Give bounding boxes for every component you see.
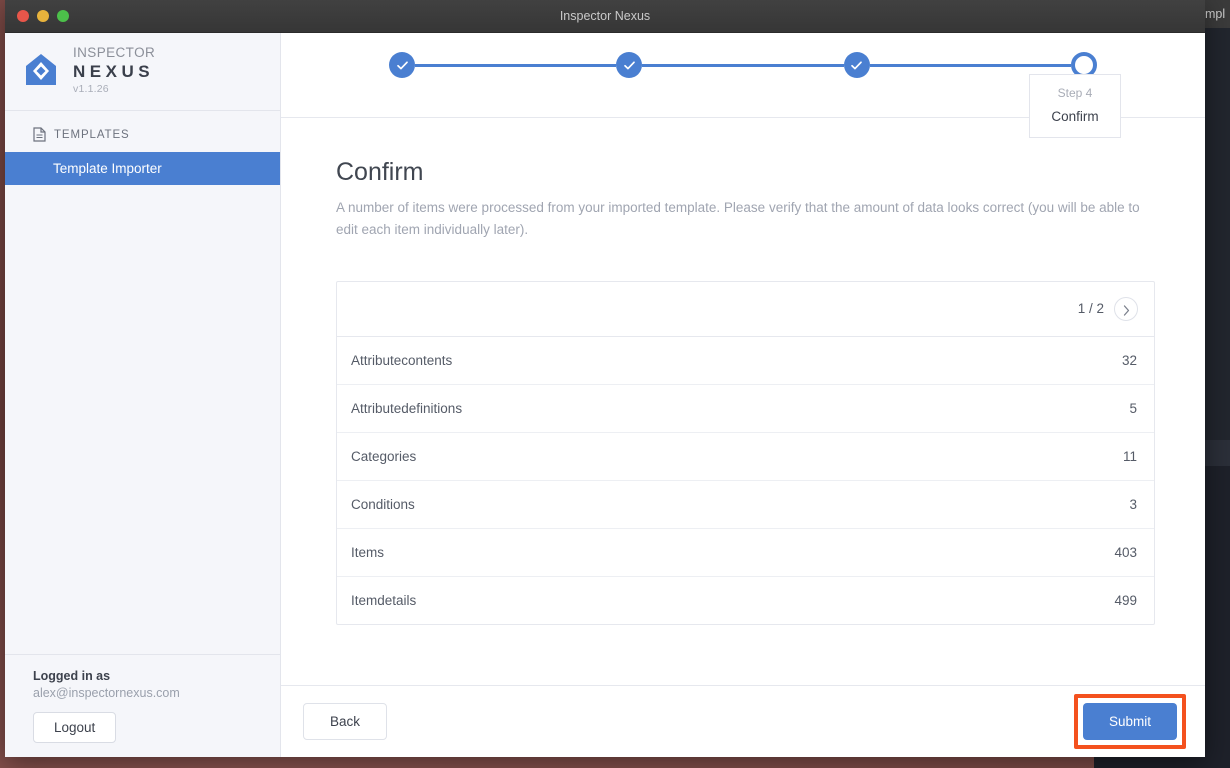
table-row[interactable]: Items 403	[337, 529, 1154, 577]
table-row-count: 32	[1122, 353, 1137, 368]
step-node-3[interactable]	[844, 52, 870, 78]
logout-button[interactable]: Logout	[33, 712, 116, 743]
check-icon	[396, 59, 409, 72]
step-tooltip-number: Step 4	[1030, 86, 1120, 100]
document-icon	[33, 127, 46, 142]
window-title: Inspector Nexus	[5, 9, 1205, 23]
table-header: 1 / 2	[337, 282, 1154, 337]
check-icon	[850, 59, 863, 72]
table-row[interactable]: Categories 11	[337, 433, 1154, 481]
summary-table: 1 / 2 Attributecontents 32 Attributedefini…	[336, 281, 1155, 625]
sidebar-section-label: TEMPLATES	[54, 129, 130, 141]
next-page-button[interactable]	[1114, 297, 1138, 321]
sidebar-section-templates: TEMPLATES	[5, 111, 280, 152]
step-connector-1	[415, 64, 616, 67]
table-row-count: 3	[1129, 497, 1137, 512]
page-title: Confirm	[336, 158, 1155, 187]
logged-in-email: alex@inspectornexus.com	[33, 686, 280, 700]
window-controls[interactable]	[5, 10, 69, 22]
step-node-2[interactable]	[616, 52, 642, 78]
table-row[interactable]: Attributecontents 32	[337, 337, 1154, 385]
app-version: v1.1.26	[73, 84, 155, 95]
table-row-name: Categories	[351, 449, 416, 464]
table-row[interactable]: Conditions 3	[337, 481, 1154, 529]
application-window: Inspector Nexus INSPECTOR NEXUS v1.1.26	[5, 0, 1205, 757]
brand-name-primary: INSPECTOR	[73, 46, 155, 60]
table-body: Attributecontents 32 Attributedefinitions 5…	[337, 337, 1154, 624]
chevron-right-icon	[1123, 303, 1130, 314]
page-description: A number of items were processed from yo…	[336, 197, 1155, 241]
back-button[interactable]: Back	[303, 703, 387, 740]
table-row-count: 499	[1114, 593, 1137, 608]
table-row-count: 403	[1114, 545, 1137, 560]
submit-button-highlight: Submit	[1074, 694, 1186, 749]
step-connector-2	[642, 64, 843, 67]
step-tooltip: Step 4 Confirm	[1029, 74, 1121, 138]
check-icon	[623, 59, 636, 72]
table-row-count: 5	[1129, 401, 1137, 416]
table-row-name: Attributedefinitions	[351, 401, 462, 416]
table-row-name: Itemdetails	[351, 593, 416, 608]
table-row-name: Conditions	[351, 497, 415, 512]
window-titlebar[interactable]: Inspector Nexus	[5, 0, 1205, 33]
stepper-track	[389, 51, 1097, 79]
stepper: Step 4 Confirm	[281, 33, 1205, 118]
content-area: Step 4 Confirm Confirm A number of items…	[281, 33, 1205, 757]
step-node-1[interactable]	[389, 52, 415, 78]
brand-header: INSPECTOR NEXUS v1.1.26	[5, 33, 280, 111]
logged-in-label: Logged in as	[33, 669, 280, 683]
table-row[interactable]: Itemdetails 499	[337, 577, 1154, 624]
table-row-count: 11	[1123, 449, 1137, 464]
sidebar: INSPECTOR NEXUS v1.1.26 TEMPLATES Templa…	[5, 33, 281, 757]
sidebar-item-template-importer[interactable]: Template Importer	[5, 152, 280, 185]
close-button[interactable]	[17, 10, 29, 22]
wizard-footer: Back Submit	[281, 685, 1205, 757]
table-row[interactable]: Attributedefinitions 5	[337, 385, 1154, 433]
pagination-indicator: 1 / 2	[1078, 301, 1104, 316]
step-tooltip-label: Confirm	[1030, 109, 1120, 124]
house-diamond-logo-icon	[21, 51, 61, 91]
sidebar-spacer	[5, 185, 280, 654]
main-panel: Confirm A number of items were processed…	[281, 118, 1205, 685]
step-connector-3	[870, 64, 1071, 67]
window-body: INSPECTOR NEXUS v1.1.26 TEMPLATES Templa…	[5, 33, 1205, 757]
maximize-button[interactable]	[57, 10, 69, 22]
brand-text: INSPECTOR NEXUS v1.1.26	[73, 46, 155, 94]
brand-name-secondary: NEXUS	[73, 63, 155, 81]
table-row-name: Attributecontents	[351, 353, 452, 368]
table-row-name: Items	[351, 545, 384, 560]
submit-button[interactable]: Submit	[1083, 703, 1177, 740]
minimize-button[interactable]	[37, 10, 49, 22]
sidebar-footer: Logged in as alex@inspectornexus.com Log…	[5, 654, 280, 757]
